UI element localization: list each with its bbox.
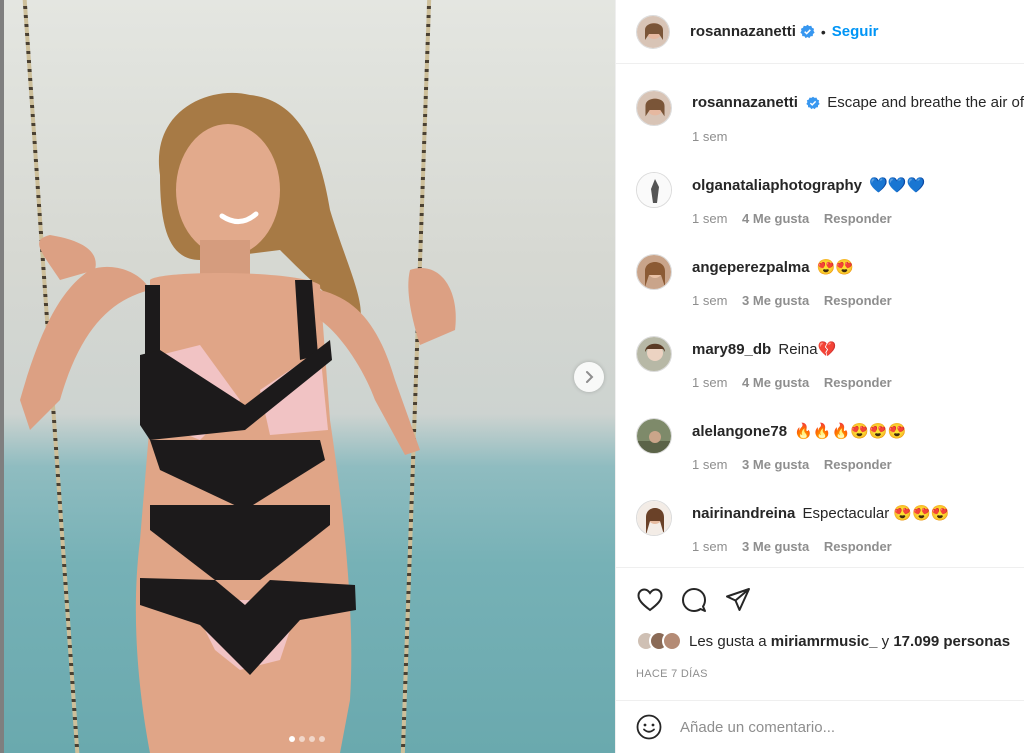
post-header: rosannazanetti • Seguir	[616, 0, 1024, 64]
commenter-avatar[interactable]	[636, 172, 672, 208]
commenter-avatar[interactable]	[636, 418, 672, 454]
author-username[interactable]: rosannazanetti	[690, 23, 796, 40]
carousel-dot	[289, 736, 295, 742]
carousel-dot	[319, 736, 325, 742]
comment-likes[interactable]: 3 Me gusta	[742, 293, 809, 308]
author-avatar[interactable]	[636, 14, 670, 49]
commenter-avatar[interactable]	[636, 500, 672, 536]
post-timestamp[interactable]: HACE 7 DÍAS	[636, 668, 708, 680]
caption-text: Escape and breathe the air of	[827, 94, 1024, 111]
like-button[interactable]	[636, 586, 664, 614]
comments-list[interactable]: rosannazanetti Escape and breathe the ai…	[616, 65, 1024, 567]
comment-text: 🔥🔥🔥😍😍😍	[794, 423, 907, 440]
comment-text: 😍😍	[816, 259, 855, 276]
comment-username[interactable]: olganataliaphotography	[692, 177, 862, 194]
post-side-panel: rosannazanetti • Seguir rosannazanetti E…	[615, 0, 1024, 753]
comment-input[interactable]	[680, 718, 980, 736]
comment-text: Reina💔	[778, 341, 837, 358]
likes-count[interactable]: 17.099 personas	[893, 633, 1010, 650]
header-separator: •	[820, 23, 826, 40]
carousel-indicator	[289, 736, 325, 742]
next-slide-button[interactable]	[574, 362, 604, 392]
post-photo	[20, 92, 456, 753]
commenter-avatar[interactable]	[636, 336, 672, 372]
carousel-dot	[299, 736, 305, 742]
comment-time: 1 sem	[692, 375, 728, 390]
comment-text: Espectacular 😍😍😍	[802, 505, 950, 522]
reply-button[interactable]: Responder	[824, 293, 892, 308]
liker-username[interactable]: miriamrmusic_	[771, 633, 878, 650]
emoji-icon[interactable]	[636, 714, 662, 740]
comment-time: 1 sem	[692, 539, 728, 554]
share-icon	[726, 588, 750, 611]
commenter-avatar[interactable]	[636, 254, 672, 290]
comment-button[interactable]	[680, 586, 708, 614]
comment-likes[interactable]: 4 Me gusta	[742, 211, 809, 226]
carousel-dot	[309, 736, 315, 742]
comment-likes[interactable]: 3 Me gusta	[742, 457, 809, 472]
reply-button[interactable]: Responder	[824, 211, 892, 226]
comment-time: 1 sem	[692, 293, 728, 308]
caption-username[interactable]: rosannazanetti	[692, 94, 798, 111]
share-button[interactable]	[724, 586, 752, 614]
chevron-right-icon	[586, 371, 594, 383]
caption-time: 1 sem	[692, 129, 728, 144]
comment-username[interactable]: angeperezpalma	[692, 259, 810, 276]
comment-icon	[682, 588, 706, 612]
comment-time: 1 sem	[692, 211, 728, 226]
comment-text: 💙💙💙	[869, 177, 926, 194]
reply-button[interactable]: Responder	[824, 457, 892, 472]
action-icons	[636, 586, 752, 614]
add-comment-bar	[616, 700, 1024, 753]
comment-username[interactable]: alelangone78	[692, 423, 787, 440]
comment-time: 1 sem	[692, 457, 728, 472]
comment-username[interactable]: nairinandreina	[692, 505, 795, 522]
follow-button[interactable]: Seguir	[832, 23, 879, 40]
reply-button[interactable]: Responder	[824, 375, 892, 390]
comment-likes[interactable]: 3 Me gusta	[742, 539, 809, 554]
author-avatar[interactable]	[636, 90, 672, 126]
liker-avatar	[662, 631, 682, 651]
heart-icon	[637, 588, 663, 612]
post-actions: Les gusta a miriamrmusic_ y 17.099 perso…	[616, 567, 1024, 700]
verified-badge-icon	[800, 24, 815, 39]
comment-username[interactable]: mary89_db	[692, 341, 771, 358]
likes-connector: y	[881, 632, 890, 650]
reply-button[interactable]: Responder	[824, 539, 892, 554]
likes-summary[interactable]: Les gusta a miriamrmusic_ y 17.099 perso…	[636, 631, 1010, 651]
post-media[interactable]	[0, 0, 615, 753]
likes-prefix: Les gusta a	[689, 632, 767, 650]
comment-likes[interactable]: 4 Me gusta	[742, 375, 809, 390]
verified-badge-icon	[806, 96, 820, 110]
